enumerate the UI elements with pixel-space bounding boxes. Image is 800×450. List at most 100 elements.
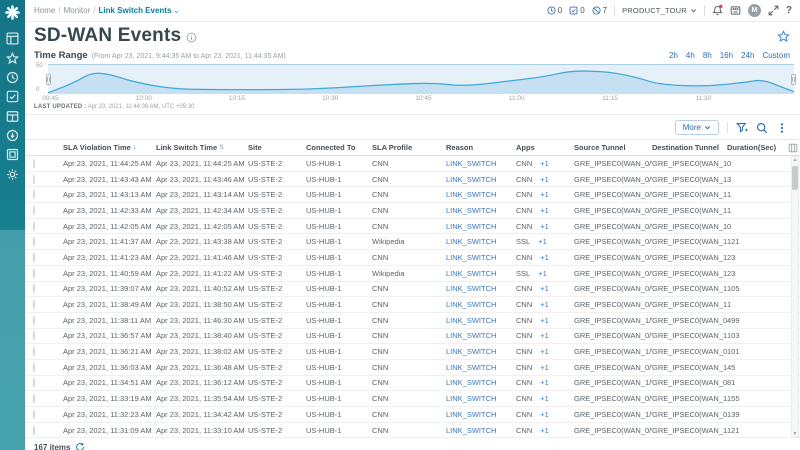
range-preset-24h[interactable]: 24h	[741, 51, 754, 60]
column-header-source-tunnel[interactable]: Source Tunnel	[574, 143, 652, 152]
row-checkbox[interactable]	[33, 378, 35, 388]
favorites-star-icon[interactable]	[6, 51, 19, 65]
cell-reason-link[interactable]: LINK_SWITCH	[446, 378, 516, 387]
apps-more-link[interactable]: +1	[540, 378, 549, 387]
refresh-icon[interactable]	[75, 442, 85, 450]
cell-reason-link[interactable]: LINK_SWITCH	[446, 394, 516, 403]
cell-reason-link[interactable]: LINK_SWITCH	[446, 347, 516, 356]
cell-reason-link[interactable]: LINK_SWITCH	[446, 316, 516, 325]
row-checkbox[interactable]	[33, 284, 35, 294]
kebab-menu-icon[interactable]	[776, 122, 788, 134]
apps-more-link[interactable]: +1	[540, 347, 549, 356]
scroll-up-icon[interactable]: ▲	[793, 157, 798, 163]
cell-reason-link[interactable]: LINK_SWITCH	[446, 331, 516, 340]
acknowledged-counter[interactable]: 0	[569, 6, 585, 15]
column-header-reason[interactable]: Reason	[446, 143, 516, 152]
range-preset-16h[interactable]: 16h	[720, 51, 733, 60]
cell-reason-link[interactable]: LINK_SWITCH	[446, 269, 516, 278]
tasks-check-icon[interactable]	[6, 90, 19, 103]
cell-reason-link[interactable]: LINK_SWITCH	[446, 300, 516, 309]
scroll-down-icon[interactable]: ▼	[793, 431, 798, 437]
sort-icon[interactable]: ⇅	[219, 144, 224, 151]
column-header-link-switch-time[interactable]: Link Switch Time ⇅	[156, 143, 248, 152]
notifications-bell-icon[interactable]	[712, 4, 723, 16]
alarm-clock-counter[interactable]: 0	[547, 6, 562, 15]
area-chart-plot[interactable]	[46, 64, 796, 94]
apps-grid-icon[interactable]	[730, 5, 741, 16]
apps-more-link[interactable]: +1	[540, 300, 549, 309]
range-preset-custom[interactable]: Custom	[762, 51, 790, 60]
cell-reason-link[interactable]: LINK_SWITCH	[446, 363, 516, 372]
row-checkbox[interactable]	[33, 205, 35, 215]
user-avatar[interactable]: M	[747, 4, 761, 17]
breadcrumb-caret-icon[interactable]: ⌄	[173, 8, 179, 15]
breadcrumb-current[interactable]: Link Switch Events	[99, 6, 172, 15]
help-icon[interactable]: ?	[786, 5, 792, 16]
row-checkbox[interactable]	[33, 331, 35, 341]
cell-reason-link[interactable]: LINK_SWITCH	[446, 237, 516, 246]
info-icon[interactable]	[186, 32, 197, 43]
favorite-star-icon[interactable]	[777, 29, 790, 43]
cell-reason-link[interactable]: LINK_SWITCH	[446, 159, 516, 168]
search-icon[interactable]	[756, 122, 768, 134]
cell-reason-link[interactable]: LINK_SWITCH	[446, 190, 516, 199]
more-button[interactable]: More	[674, 120, 719, 135]
row-checkbox[interactable]	[33, 252, 35, 262]
appliance-window-icon[interactable]	[6, 148, 19, 161]
row-checkbox[interactable]	[33, 362, 35, 372]
apps-more-link[interactable]: +1	[540, 175, 549, 184]
scrollbar-thumb[interactable]	[792, 166, 798, 190]
row-checkbox[interactable]	[33, 300, 35, 310]
column-settings-icon[interactable]	[788, 143, 798, 153]
history-clock-icon[interactable]	[6, 71, 19, 84]
apps-more-link[interactable]: +1	[538, 269, 547, 278]
row-checkbox[interactable]	[33, 347, 35, 357]
row-checkbox[interactable]	[33, 394, 35, 404]
cell-reason-link[interactable]: LINK_SWITCH	[446, 206, 516, 215]
column-header-sla-violation-time[interactable]: SLA Violation Time ↓	[63, 143, 156, 152]
cell-reason-link[interactable]: LINK_SWITCH	[446, 284, 516, 293]
row-checkbox[interactable]	[33, 425, 35, 435]
column-header-destination-tunnel[interactable]: Destination Tunnel	[652, 143, 727, 152]
apps-more-link[interactable]: +1	[540, 331, 549, 340]
export-circle-icon[interactable]	[6, 129, 19, 142]
range-handle-left[interactable]	[46, 74, 51, 85]
row-checkbox[interactable]	[33, 221, 35, 231]
row-checkbox[interactable]	[33, 237, 35, 247]
apps-more-link[interactable]: +1	[540, 190, 549, 199]
cell-reason-link[interactable]: LINK_SWITCH	[446, 426, 516, 435]
breadcrumb-home[interactable]: Home	[34, 6, 55, 15]
row-checkbox[interactable]	[33, 409, 35, 419]
apps-more-link[interactable]: +1	[540, 363, 549, 372]
sort-desc-icon[interactable]: ↓	[133, 144, 137, 151]
cell-reason-link[interactable]: LINK_SWITCH	[446, 222, 516, 231]
range-handle-right[interactable]	[791, 74, 796, 85]
apps-more-link[interactable]: +1	[540, 159, 549, 168]
dashboard-icon[interactable]	[6, 32, 19, 45]
apps-more-link[interactable]: +1	[540, 222, 549, 231]
apps-more-link[interactable]: +1	[538, 237, 547, 246]
column-header-connected-to[interactable]: Connected To	[306, 143, 372, 152]
filter-funnel-icon[interactable]	[736, 122, 748, 134]
row-checkbox[interactable]	[33, 268, 35, 278]
breadcrumb-monitor[interactable]: Monitor	[64, 6, 91, 15]
column-header-duration-sec-[interactable]: Duration(Sec)	[727, 143, 788, 152]
range-preset-8h[interactable]: 8h	[703, 51, 712, 60]
apps-more-link[interactable]: +1	[540, 426, 549, 435]
apps-more-link[interactable]: +1	[540, 284, 549, 293]
apps-more-link[interactable]: +1	[540, 206, 549, 215]
settings-gear-icon[interactable]	[6, 168, 19, 181]
cell-reason-link[interactable]: LINK_SWITCH	[446, 253, 516, 262]
blocked-counter[interactable]: 7	[592, 6, 607, 15]
reports-table-icon[interactable]	[6, 110, 19, 123]
row-checkbox[interactable]	[33, 190, 35, 200]
apps-more-link[interactable]: +1	[540, 410, 549, 419]
range-preset-2h[interactable]: 2h	[669, 51, 678, 60]
row-checkbox[interactable]	[33, 174, 35, 184]
row-checkbox[interactable]	[33, 158, 35, 168]
product-tour-dropdown[interactable]: PRODUCT_TOUR	[622, 6, 697, 15]
column-header-sla-profile[interactable]: SLA Profile	[372, 143, 446, 152]
column-header-apps[interactable]: Apps	[516, 143, 574, 152]
cell-reason-link[interactable]: LINK_SWITCH	[446, 410, 516, 419]
vertical-scrollbar[interactable]: ▲ ▼	[791, 156, 799, 439]
